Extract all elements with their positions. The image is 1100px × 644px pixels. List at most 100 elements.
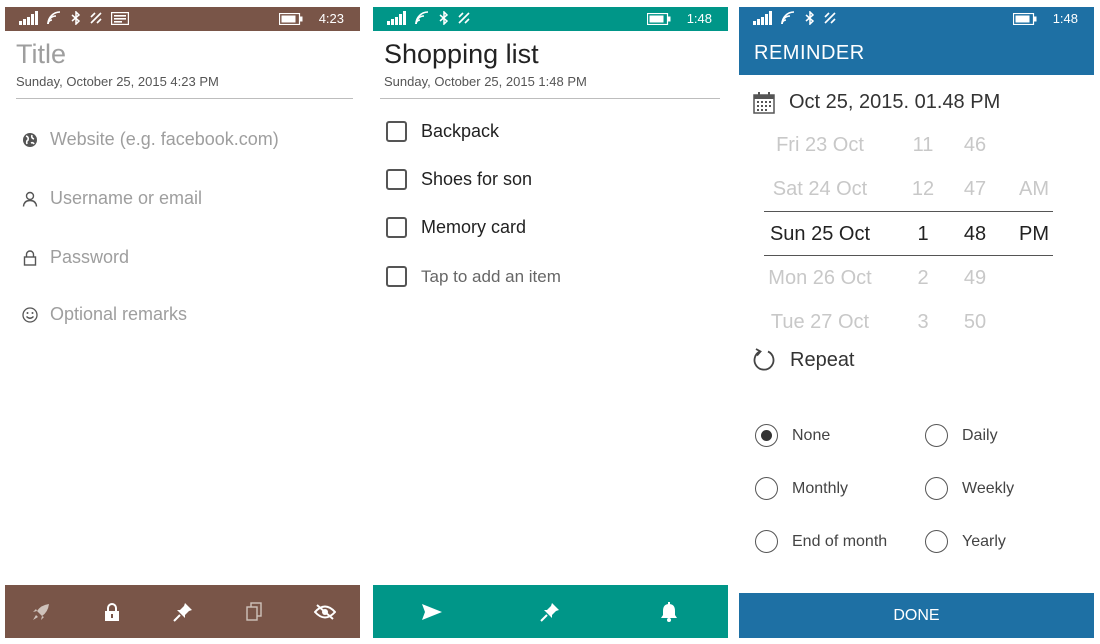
reminder-header: REMINDER [739, 31, 1094, 75]
password-note-screen: 4:23 Title Sunday, October 25, 2015 4:23… [5, 7, 360, 638]
picker-hour[interactable]: 2 [910, 267, 936, 290]
signal-icon [19, 11, 38, 25]
item-checkbox[interactable] [386, 217, 407, 238]
data-sense-icon [824, 12, 836, 24]
picker-row[interactable]: Mon 26 Oct 2 49 [764, 256, 1064, 300]
shopping-list-screen: 1:48 Shopping list Sunday, October 25, 2… [373, 7, 728, 638]
repeat-icon [753, 348, 775, 371]
message-icon [111, 11, 129, 25]
datetime-text: Oct 25, 2015. 01.48 PM [789, 91, 1001, 113]
radio-button[interactable] [755, 424, 778, 447]
lock-icon [21, 249, 39, 267]
pin-button[interactable] [491, 585, 609, 638]
lock-button[interactable] [76, 585, 147, 638]
item-checkbox[interactable] [386, 121, 407, 142]
send-button[interactable] [373, 585, 491, 638]
username-field[interactable]: Username or email [21, 188, 202, 209]
picker-minute[interactable]: 49 [960, 267, 990, 290]
send-icon [422, 603, 443, 620]
picker-day[interactable]: Tue 27 Oct [764, 311, 876, 334]
signal-icon [753, 11, 772, 25]
bell-icon [660, 601, 677, 622]
hide-button[interactable] [289, 585, 360, 638]
wifi-icon [415, 11, 429, 25]
battery-icon [1012, 12, 1037, 25]
radio-label: Yearly [962, 532, 1006, 550]
bluetooth-icon [71, 11, 81, 25]
picker-day[interactable]: Sun 25 Oct [764, 223, 876, 246]
app-bar [5, 585, 360, 638]
radio-button[interactable] [755, 530, 778, 553]
repeat-option-end-of-month[interactable]: End of month [755, 530, 887, 553]
add-item-row[interactable]: Tap to add an item [386, 266, 561, 287]
copy-button[interactable] [218, 585, 289, 638]
website-field[interactable]: Website (e.g. facebook.com) [21, 129, 279, 150]
picker-ampm[interactable]: PM [1017, 223, 1051, 246]
radio-button[interactable] [925, 477, 948, 500]
battery-icon [646, 12, 671, 25]
list-date: Sunday, October 25, 2015 1:48 PM [384, 74, 587, 89]
person-icon [21, 190, 39, 208]
repeat-option-weekly[interactable]: Weekly [925, 477, 1014, 500]
reminder-button[interactable] [610, 585, 728, 638]
item-label: Backpack [421, 121, 500, 141]
data-sense-icon [90, 12, 102, 24]
add-item-input[interactable]: Tap to add an item [421, 267, 561, 287]
picker-hour[interactable]: 1 [910, 223, 936, 246]
pin-icon [172, 602, 192, 622]
repeat-option-daily[interactable]: Daily [925, 424, 998, 447]
item-checkbox[interactable] [386, 169, 407, 190]
repeat-option-none[interactable]: None [755, 424, 830, 447]
picker-minute[interactable]: 50 [960, 311, 990, 334]
title-input[interactable]: Title [16, 39, 66, 70]
radio-button[interactable] [755, 477, 778, 500]
pin-icon [540, 602, 560, 622]
copy-icon [245, 601, 262, 621]
repeat-option-monthly[interactable]: Monthly [755, 477, 848, 500]
picker-minute[interactable]: 48 [960, 223, 990, 246]
radio-label: End of month [792, 532, 888, 550]
picker-day[interactable]: Mon 26 Oct [764, 267, 876, 290]
remarks-placeholder: Optional remarks [50, 304, 188, 324]
lock-icon [104, 602, 119, 621]
picker-row[interactable]: Sat 24 Oct 12 47 AM [764, 167, 1064, 211]
smiley-icon [21, 306, 39, 324]
password-field[interactable]: Password [21, 247, 129, 268]
radio-label: None [792, 426, 831, 444]
picker-row[interactable]: Tue 27 Oct 3 50 [764, 300, 1064, 344]
pin-button[interactable] [147, 585, 218, 638]
picker-day[interactable]: Fri 23 Oct [764, 134, 876, 157]
selected-datetime: Oct 25, 2015. 01.48 PM [753, 91, 1000, 114]
status-time: 1:48 [686, 11, 712, 26]
picker-minute[interactable]: 46 [960, 134, 990, 157]
wifi-icon [781, 11, 795, 25]
page-title: REMINDER [754, 42, 865, 64]
battery-icon [278, 12, 303, 25]
launch-button[interactable] [5, 585, 76, 638]
list-title[interactable]: Shopping list [384, 39, 539, 70]
picker-hour[interactable]: 3 [910, 311, 936, 334]
rocket-icon [32, 603, 49, 620]
picker-ampm[interactable]: AM [1017, 178, 1051, 201]
picker-hour[interactable]: 12 [910, 178, 936, 201]
status-bar: 4:23 [5, 7, 360, 31]
radio-button[interactable] [925, 530, 948, 553]
picker-minute[interactable]: 47 [960, 178, 990, 201]
radio-button[interactable] [925, 424, 948, 447]
list-item[interactable]: Backpack [386, 121, 499, 142]
status-time: 4:23 [318, 11, 344, 26]
picker-day[interactable]: Sat 24 Oct [764, 178, 876, 201]
signal-icon [387, 11, 406, 25]
item-label: Shoes for son [421, 169, 533, 189]
remarks-field[interactable]: Optional remarks [21, 304, 187, 325]
repeat-option-yearly[interactable]: Yearly [925, 530, 1006, 553]
picker-hour[interactable]: 11 [910, 134, 936, 157]
picker-row[interactable]: Fri 23 Oct 11 46 [764, 123, 1064, 167]
done-button[interactable]: DONE [739, 593, 1094, 638]
reminder-screen: 1:48 REMINDER Oct 25, 2015. 01.48 PM Fri… [739, 7, 1094, 638]
list-item[interactable]: Shoes for son [386, 169, 532, 190]
bluetooth-icon [439, 11, 449, 25]
picker-row-selected[interactable]: Sun 25 Oct 1 48 PM [764, 212, 1064, 256]
list-item[interactable]: Memory card [386, 217, 526, 238]
website-placeholder: Website (e.g. facebook.com) [50, 129, 279, 149]
